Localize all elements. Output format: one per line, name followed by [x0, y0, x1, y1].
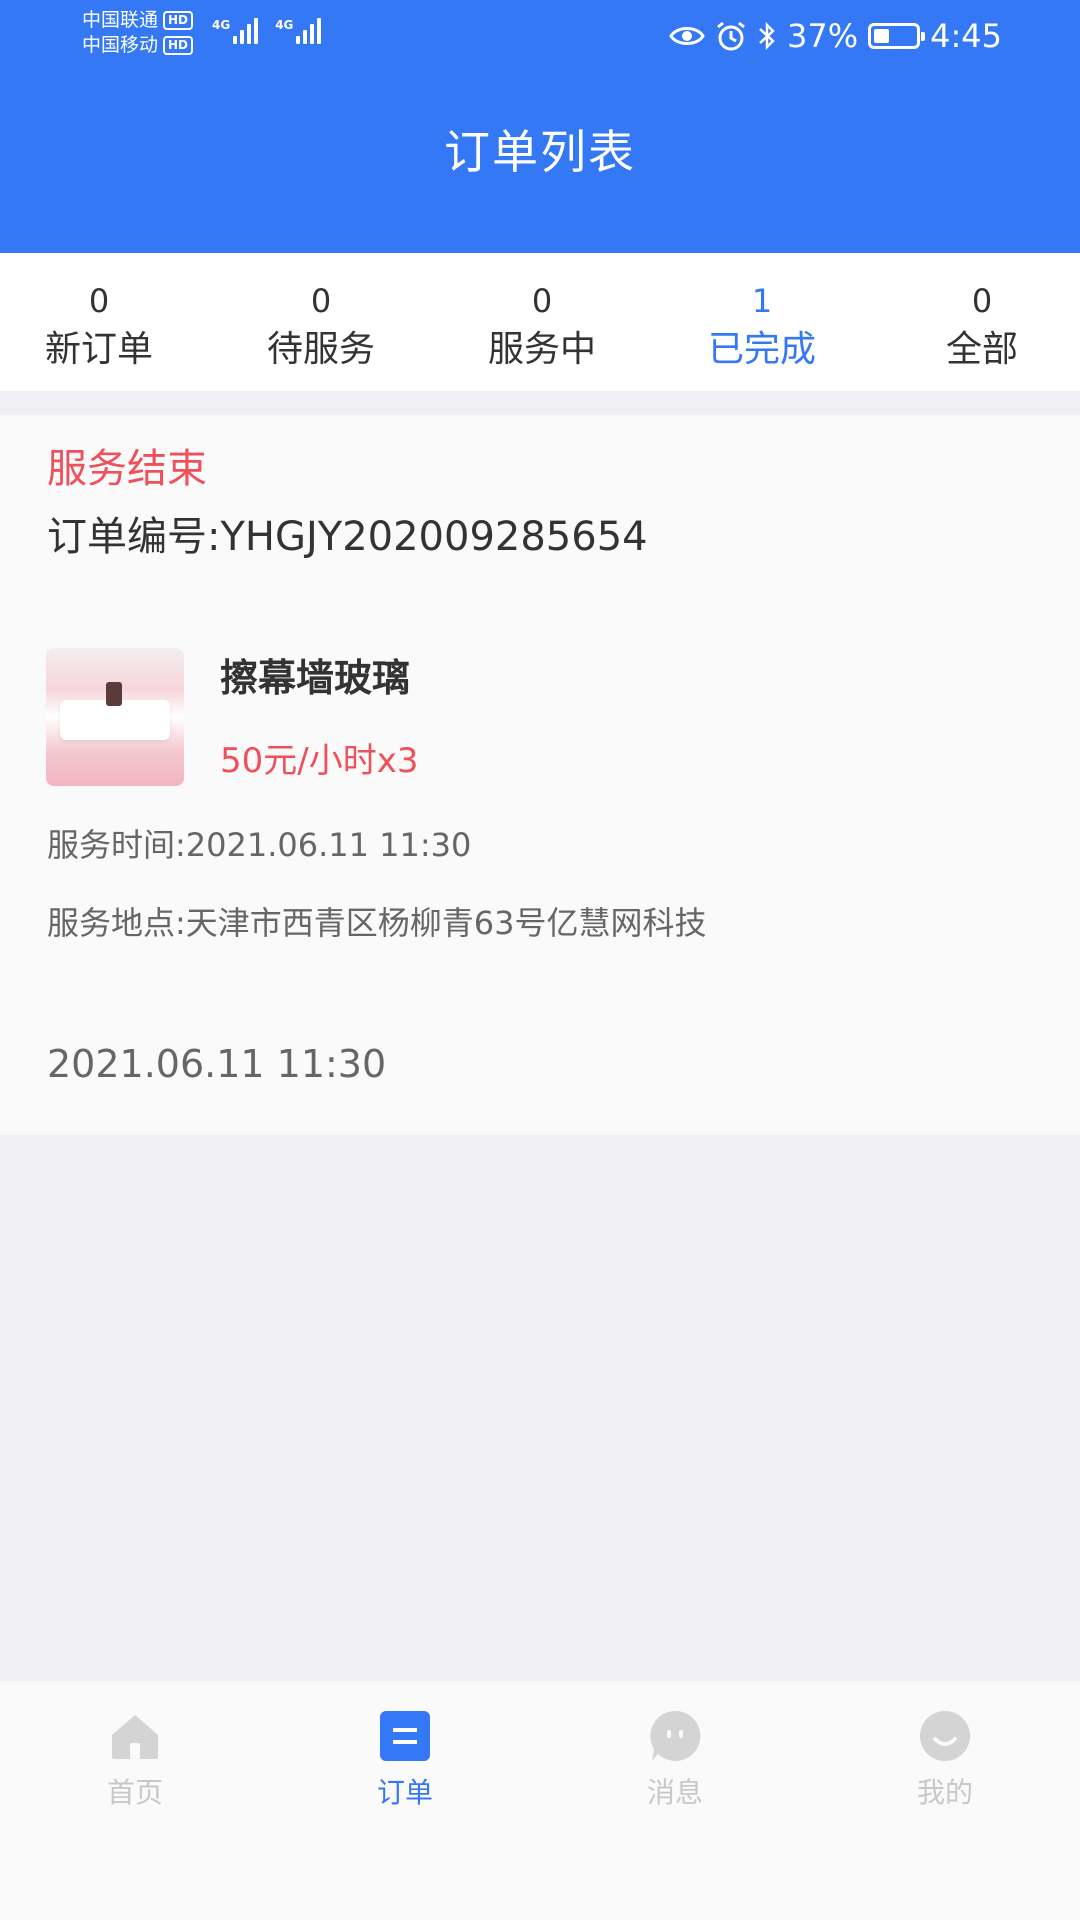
carrier-name: 中国联通: [82, 9, 159, 31]
order-time: 2021.06.11 11:30: [47, 1042, 387, 1086]
nav-home[interactable]: 首页: [0, 1681, 270, 1920]
service-time: 服务时间:2021.06.11 11:30: [47, 826, 472, 864]
tab-label: 已完成: [707, 329, 816, 370]
battery-level: [874, 29, 889, 43]
service-address: 服务地点:天津市西青区杨柳青63号亿慧网科技: [47, 904, 707, 942]
order-number: 订单编号:YHGJY202009285654: [47, 514, 648, 560]
tab-count: 0: [88, 282, 110, 320]
battery-icon: [868, 23, 926, 49]
carrier-info: 中国联通 HD 中国移动 HD: [82, 8, 194, 58]
profile-icon: [918, 1709, 972, 1763]
status-right: 37% 4:45: [669, 14, 1002, 58]
tab-completed[interactable]: 1 已完成: [640, 253, 884, 391]
tab-all[interactable]: 0 全部: [884, 253, 1080, 391]
tab-label: 全部: [945, 329, 1018, 370]
tab-count: 0: [531, 282, 553, 320]
hd-badge: HD: [163, 11, 194, 30]
product-price: 50元/小时x3: [220, 741, 419, 781]
order-status: 服务结束: [47, 446, 207, 492]
tab-pending-service[interactable]: 0 待服务: [198, 253, 444, 391]
clock: 4:45: [930, 17, 1002, 55]
order-status-tabs: 0 新订单 0 待服务 0 服务中 1 已完成 0 全部: [0, 253, 1080, 391]
tab-new-orders[interactable]: 0 新订单: [0, 253, 198, 391]
nav-label: 订单: [376, 1776, 433, 1809]
nav-label: 我的: [916, 1776, 973, 1809]
nav-profile[interactable]: 我的: [810, 1681, 1080, 1920]
signal-strength-icon: 4G: [212, 18, 261, 44]
nav-label: 消息: [646, 1776, 703, 1809]
nav-label: 首页: [106, 1776, 163, 1809]
tab-count: 0: [971, 282, 993, 320]
signal-strength-icon: 4G: [275, 18, 324, 44]
hd-badge: HD: [163, 36, 194, 55]
alarm-icon: [717, 21, 745, 51]
carrier-row: 中国移动 HD: [82, 33, 194, 58]
eye-icon: [669, 27, 705, 45]
page-title: 订单列表: [444, 125, 636, 179]
carrier-name: 中国移动: [82, 34, 159, 56]
bluetooth-icon: [759, 21, 775, 51]
nav-orders[interactable]: 订单: [270, 1681, 540, 1920]
network-type: 4G: [212, 18, 231, 32]
tab-count: 0: [310, 282, 332, 320]
product-thumbnail: [46, 648, 184, 786]
order-icon: [378, 1709, 432, 1763]
battery-percent: 37%: [787, 17, 859, 55]
product-name: 擦幕墙玻璃: [220, 656, 411, 700]
tab-in-service[interactable]: 0 服务中: [444, 253, 640, 391]
tab-label: 服务中: [487, 329, 596, 370]
order-card[interactable]: 服务结束 订单编号:YHGJY202009285654 擦幕墙玻璃 50元/小时…: [0, 415, 1080, 1135]
bottom-nav: 首页 订单 消息 我的: [0, 1681, 1080, 1920]
nav-messages[interactable]: 消息: [540, 1681, 810, 1920]
app-header: 中国联通 HD 中国移动 HD 4G 4G 37% 4:45 订单列表: [0, 0, 1080, 253]
status-bar: 中国联通 HD 中国移动 HD 4G 4G 37% 4:45: [0, 0, 1080, 72]
tab-label: 新订单: [44, 329, 153, 370]
carrier-row: 中国联通 HD: [82, 8, 194, 33]
signal-indicators: 4G 4G: [212, 18, 324, 44]
network-type: 4G: [275, 18, 294, 32]
tab-label: 待服务: [266, 329, 375, 370]
message-icon: [648, 1709, 702, 1763]
home-icon: [108, 1709, 162, 1763]
tab-count: 1: [751, 282, 773, 320]
